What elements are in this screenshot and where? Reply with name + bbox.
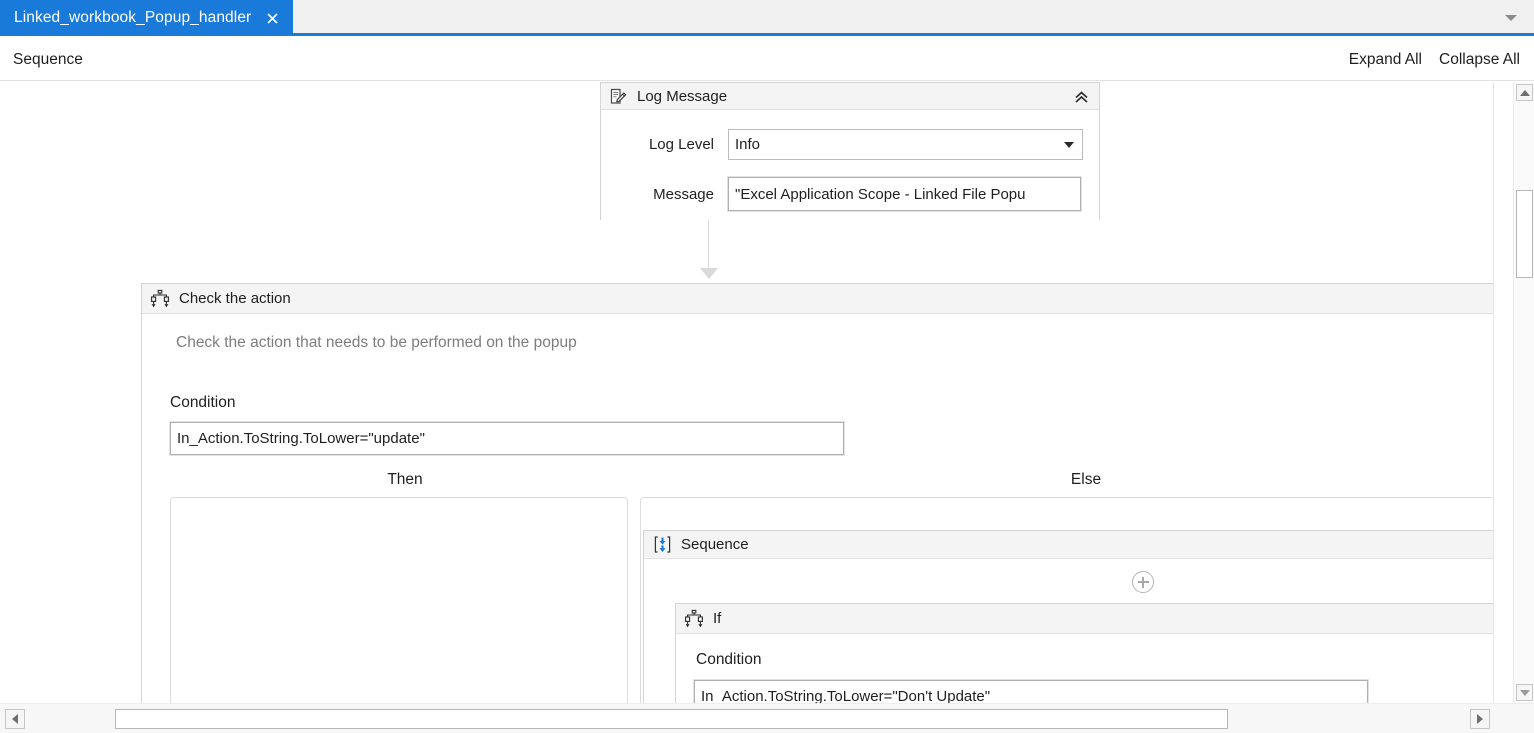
log-level-combobox[interactable]: Info bbox=[728, 129, 1083, 160]
field-row-log-level: Log Level Info bbox=[601, 129, 1099, 160]
expand-all-button[interactable]: Expand All bbox=[1349, 51, 1422, 69]
activity-title: Log Message bbox=[637, 87, 728, 105]
tab-linked-workbook-popup-handler[interactable]: Linked_workbook_Popup_handler bbox=[0, 0, 293, 36]
else-branch-dropzone[interactable]: Sequence If Condition In_Action.ToString… bbox=[640, 497, 1493, 703]
condition-label: Condition bbox=[696, 651, 762, 668]
vertical-scrollbar[interactable] bbox=[1513, 82, 1534, 703]
scroll-down-button[interactable] bbox=[1516, 684, 1533, 701]
connector-arrow bbox=[700, 268, 718, 279]
activity-check-the-action[interactable]: Check the action Check the action that n… bbox=[141, 283, 1493, 703]
activity-body: Condition In_Action.ToString.ToLower="Do… bbox=[676, 634, 1493, 703]
scroll-up-button[interactable] bbox=[1516, 84, 1533, 101]
message-expression-field[interactable]: "Excel Application Scope - Linked File P… bbox=[727, 176, 1082, 212]
breadcrumb-bar: Sequence Expand All Collapse All bbox=[0, 39, 1534, 81]
sequence-icon bbox=[653, 535, 672, 554]
activity-title: Sequence bbox=[681, 536, 749, 553]
tab-label: Linked_workbook_Popup_handler bbox=[14, 9, 252, 26]
activity-body: Check the action that needs to be perfor… bbox=[142, 314, 1493, 703]
activity-header[interactable]: If bbox=[676, 604, 1493, 634]
activity-header[interactable]: Sequence bbox=[644, 531, 1493, 559]
log-level-label: Log Level bbox=[648, 136, 714, 153]
horizontal-scroll-thumb[interactable] bbox=[115, 709, 1228, 729]
scroll-right-button[interactable] bbox=[1470, 709, 1490, 729]
triangle-up-icon bbox=[1519, 89, 1530, 96]
triangle-left-icon bbox=[12, 714, 18, 724]
log-level-value: Info bbox=[735, 136, 761, 153]
else-label: Else bbox=[1070, 471, 1102, 488]
triangle-down-icon bbox=[1519, 689, 1530, 696]
collapse-all-button[interactable]: Collapse All bbox=[1439, 51, 1520, 69]
then-branch-dropzone[interactable] bbox=[170, 497, 628, 703]
if-decision-icon bbox=[150, 289, 170, 309]
chevron-double-up-icon[interactable] bbox=[1071, 87, 1091, 107]
message-label: Message bbox=[653, 185, 714, 203]
horizontal-scrollbar[interactable] bbox=[0, 703, 1534, 733]
chevron-down-icon bbox=[1064, 141, 1074, 148]
activity-sequence[interactable]: Sequence If Condition In_Action.ToString… bbox=[643, 530, 1493, 703]
condition-value: In_Action.ToString.ToLower="Don't Update… bbox=[701, 688, 991, 703]
breadcrumb-actions: Expand All Collapse All bbox=[1349, 51, 1520, 69]
close-icon[interactable] bbox=[263, 9, 281, 27]
activity-subtitle: Check the action that needs to be perfor… bbox=[176, 334, 577, 351]
activity-if[interactable]: If Condition In_Action.ToString.ToLower=… bbox=[675, 603, 1493, 703]
triangle-right-icon bbox=[1477, 714, 1483, 724]
then-label: Then bbox=[387, 471, 423, 488]
plus-circle-icon[interactable] bbox=[1132, 571, 1154, 593]
activity-title: Check the action bbox=[179, 290, 291, 307]
log-message-icon bbox=[609, 87, 628, 106]
connector-line bbox=[708, 220, 709, 273]
condition-value: In_Action.ToString.ToLower="update" bbox=[177, 430, 425, 447]
condition-expression-field[interactable]: In_Action.ToString.ToLower="update" bbox=[169, 421, 845, 456]
uipath-studio-designer: Linked_workbook_Popup_handler Sequence E… bbox=[0, 0, 1534, 733]
if-decision-icon bbox=[684, 609, 704, 629]
chevron-down-glyph bbox=[1505, 15, 1517, 21]
activity-log-message[interactable]: Log Message Log Level Info Message "Exce… bbox=[600, 82, 1100, 220]
activity-header[interactable]: Log Message bbox=[601, 83, 1099, 110]
condition-label: Condition bbox=[170, 394, 236, 411]
activity-body: Log Level Info Message "Excel Applicatio… bbox=[601, 110, 1099, 220]
tab-strip: Linked_workbook_Popup_handler bbox=[0, 0, 1534, 36]
activity-header[interactable]: Check the action bbox=[142, 284, 1493, 314]
breadcrumb[interactable]: Sequence bbox=[13, 51, 83, 69]
activity-title: If bbox=[713, 610, 722, 627]
condition-expression-field[interactable]: In_Action.ToString.ToLower="Don't Update… bbox=[693, 679, 1369, 703]
scroll-left-button[interactable] bbox=[5, 709, 25, 729]
field-row-message: Message "Excel Application Scope - Linke… bbox=[601, 176, 1099, 212]
vertical-scroll-thumb[interactable] bbox=[1516, 190, 1533, 278]
chevron-down-icon[interactable] bbox=[1502, 10, 1520, 26]
workflow-canvas[interactable]: Log Message Log Level Info Message "Exce… bbox=[0, 82, 1494, 703]
message-value: "Excel Application Scope - Linked File P… bbox=[735, 185, 1026, 203]
